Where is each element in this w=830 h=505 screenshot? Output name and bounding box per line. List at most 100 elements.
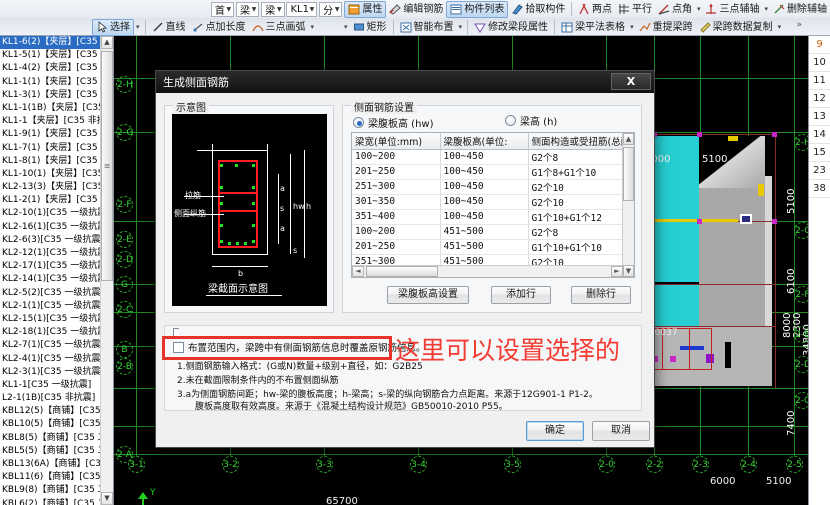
component-list-item[interactable]: KBL12(5)【商铺】[C35 二级	[0, 405, 113, 418]
component-list-item[interactable]: L2-1(1B)[C35 非抗震]	[0, 392, 113, 405]
chevron-down-icon[interactable]: ▾	[628, 23, 636, 31]
axis-bubble[interactable]: 3-5	[504, 456, 521, 473]
table-cell[interactable]: 100~200	[352, 224, 441, 240]
component-list-item[interactable]: KBL8(5)【商铺】[C35 二级抗	[0, 432, 113, 445]
web-height-setting-button[interactable]: 梁腹板高设置	[387, 286, 469, 304]
table-cell[interactable]: 451~500	[440, 224, 529, 240]
axis-bubble[interactable]: 3-2	[222, 456, 239, 473]
axis-bubble[interactable]: 2-C	[116, 301, 133, 318]
component-list-item[interactable]: KL2-7(1)[C35 一级抗震]	[0, 339, 113, 352]
scroll-up-icon[interactable]: ▲	[101, 36, 113, 49]
table-cell[interactable]: G1个10+G1个12	[528, 209, 624, 225]
table-vertical-scrollbar[interactable]: ▲ ▼	[622, 133, 634, 277]
ribbon-button-three-point-aux-axis[interactable]: 三点辅轴	[702, 1, 762, 18]
component-list-item[interactable]: KL2-3(1)[C35 一级抗震]	[0, 366, 113, 379]
component-list-item[interactable]: KL2-15(1)[C35 一级抗震]	[0, 313, 113, 326]
component-list-item[interactable]: KL1-8(1)【夹层】[C35 一级抗	[0, 155, 113, 168]
axis-bubble[interactable]: 2-G	[116, 124, 133, 141]
table-cell[interactable]: G1个8+G1个10	[528, 164, 624, 180]
table-hscroll-thumb[interactable]	[366, 266, 438, 277]
component-list-item[interactable]: KL2-4(1)[C35 一级抗震]	[0, 353, 113, 366]
axis-bubble[interactable]: 3-4	[410, 456, 427, 473]
ribbon-button-edit-rebar[interactable]: 编辑钢筋	[386, 1, 446, 18]
row-number-cell[interactable]: 12	[809, 90, 830, 108]
ribbon-button-rectangle[interactable]: 矩形	[350, 19, 390, 36]
component-list-item[interactable]: KBL13(6A)【商铺】[C35 二级	[0, 458, 113, 471]
axis-bubble[interactable]: 2-0	[598, 456, 615, 473]
ribbon-button-re-extend-span[interactable]: 重提梁跨	[636, 19, 696, 36]
table-vscroll-thumb[interactable]	[623, 147, 634, 201]
chevron-down-icon[interactable]: ▼	[335, 6, 341, 13]
axis-bubble[interactable]: 2-3	[692, 456, 709, 473]
table-cell[interactable]: 201~250	[352, 239, 441, 255]
component-list-item[interactable]: KL1-2(1)【夹层】[C35 一级抗	[0, 194, 113, 207]
table-header-cell[interactable]: 侧面构造或受扭筋(总配筋值	[528, 133, 624, 150]
component-list-item[interactable]: KL1-3(1)【夹层】[C35 一级抗	[0, 89, 113, 102]
scroll-down-icon[interactable]: ▼	[101, 492, 113, 505]
ribbon-button-intersection-point[interactable]: 两点	[575, 1, 615, 18]
row-number-cell[interactable]: 10	[809, 54, 830, 72]
component-type-selector[interactable]: 梁 ▼	[236, 1, 260, 17]
row-number-cell[interactable]: 13	[809, 108, 830, 126]
chevron-down-icon[interactable]: ▾	[309, 23, 317, 31]
row-number-cell[interactable]: 15	[809, 144, 830, 162]
component-list-item[interactable]: KL2-10(1)[C35 一级抗震]	[0, 207, 113, 220]
component-list-item[interactable]: KL1-9(1)【夹层】[C35 一级抗	[0, 128, 113, 141]
table-cell[interactable]: G2个8	[528, 224, 624, 240]
table-cell[interactable]: 351~400	[352, 209, 441, 225]
side-rebar-table[interactable]: 梁宽(单位:mm)梁腹板高(单位:侧面构造或受扭筋(总配筋值 100~20010…	[352, 133, 624, 277]
table-row[interactable]: 100~200 451~500 G2个8	[352, 224, 624, 240]
component-list-item[interactable]: KL1-7(1)【夹层】[C35 一级抗	[0, 142, 113, 155]
ribbon-button-three-point-arc[interactable]: 三点画弧	[249, 19, 309, 36]
component-list-item[interactable]: KL2-14(1)[C35 一级抗震]	[0, 273, 113, 286]
component-subtype-selector[interactable]: 梁 ▼	[261, 1, 285, 17]
table-row[interactable]: 100~200 100~450 G2个8	[352, 149, 624, 165]
table-cell[interactable]: 201~250	[352, 164, 441, 180]
table-cell[interactable]: 451~500	[440, 239, 529, 255]
radio-beam-height[interactable]: 梁高 (h)	[505, 113, 557, 128]
table-cell[interactable]: G2个10	[528, 194, 624, 210]
table-header-cell[interactable]: 梁腹板高(单位:	[440, 133, 529, 150]
table-cell[interactable]: 100~450	[440, 164, 529, 180]
ribbon-button-point-add-length[interactable]: 点加长度	[189, 19, 249, 36]
chevron-down-icon[interactable]: ▼	[252, 6, 258, 13]
component-list-item[interactable]: KL1-1(1B)【夹层】[C35 非抗	[0, 102, 113, 115]
component-list-item[interactable]: KL2-1(1)[C35 一级抗震]	[0, 300, 113, 313]
row-number-cell[interactable]: 14	[809, 126, 830, 144]
chevron-down-icon[interactable]: ▾	[776, 23, 784, 31]
table-header-cell[interactable]: 梁宽(单位:mm)	[352, 133, 441, 150]
chevron-down-icon[interactable]: ▾	[457, 23, 465, 31]
table-row[interactable]: 251~300 100~450 G2个10	[352, 179, 624, 195]
table-row[interactable]: 351~400 100~450 G1个10+G1个12	[352, 209, 624, 225]
chevron-down-icon[interactable]: ▾	[134, 23, 142, 31]
component-list-item[interactable]: KL1-6(2)【夹层】[C35 一级抗震]	[0, 36, 113, 50]
ribbon-button-parallel[interactable]: 平行	[615, 1, 655, 18]
table-row[interactable]: 201~250 451~500 G1个10+G1个10	[352, 239, 624, 255]
row-number-cell[interactable]: 11	[809, 72, 830, 90]
row-number-cell[interactable]: 9	[809, 36, 830, 54]
component-list-item[interactable]: KL1-1[C35 一级抗震]	[0, 379, 113, 392]
chevron-down-icon[interactable]: ▾	[695, 5, 703, 13]
component-list-item[interactable]: KL2-18(1)[C35 一级抗震]	[0, 326, 113, 339]
table-cell[interactable]: 251~300	[352, 179, 441, 195]
component-list-item[interactable]: KL1-1(1)【夹层】[C35 一级抗	[0, 76, 113, 89]
chevron-down-icon[interactable]: ▾	[342, 23, 350, 31]
scroll-thumb[interactable]	[101, 51, 113, 281]
axis-bubble[interactable]: 2-F	[116, 196, 133, 213]
ribbon-overflow-icon[interactable]: »	[796, 1, 802, 11]
chevron-down-icon[interactable]: ▾	[762, 5, 770, 13]
generate-side-rebar-dialog[interactable]: 生成侧面钢筋 X 示意图 b a s a s hw h 拉筋 侧面纵筋 梁截面示…	[155, 70, 655, 448]
axis-bubble[interactable]: 2-E	[116, 231, 133, 248]
row-number-strip[interactable]: 9 10 11 12 13 14 15 23 38	[808, 36, 830, 505]
component-list-item[interactable]: KBL11(6)【商铺】[C35 二级抗	[0, 471, 113, 484]
axis-bubble[interactable]: G	[116, 276, 133, 293]
table-body[interactable]: 100~200 100~450 G2个8 201~250 100~450 G1个8+G1个…	[352, 149, 624, 277]
component-list-item[interactable]: KL2-17(1)[C35 一级抗震]	[0, 260, 113, 273]
table-scroll-up-icon[interactable]: ▲	[623, 133, 634, 145]
cancel-button[interactable]: 取消	[592, 421, 650, 441]
floor-selector[interactable]: 首层▼	[210, 1, 235, 17]
component-list-item[interactable]: KL2-6(3)[C35 一级抗震]	[0, 234, 113, 247]
table-cell[interactable]: 100~200	[352, 149, 441, 165]
component-list-item[interactable]: KL1-5(1)【夹层】[C35 一级抗	[0, 49, 113, 62]
add-row-button[interactable]: 添加行	[491, 286, 551, 304]
